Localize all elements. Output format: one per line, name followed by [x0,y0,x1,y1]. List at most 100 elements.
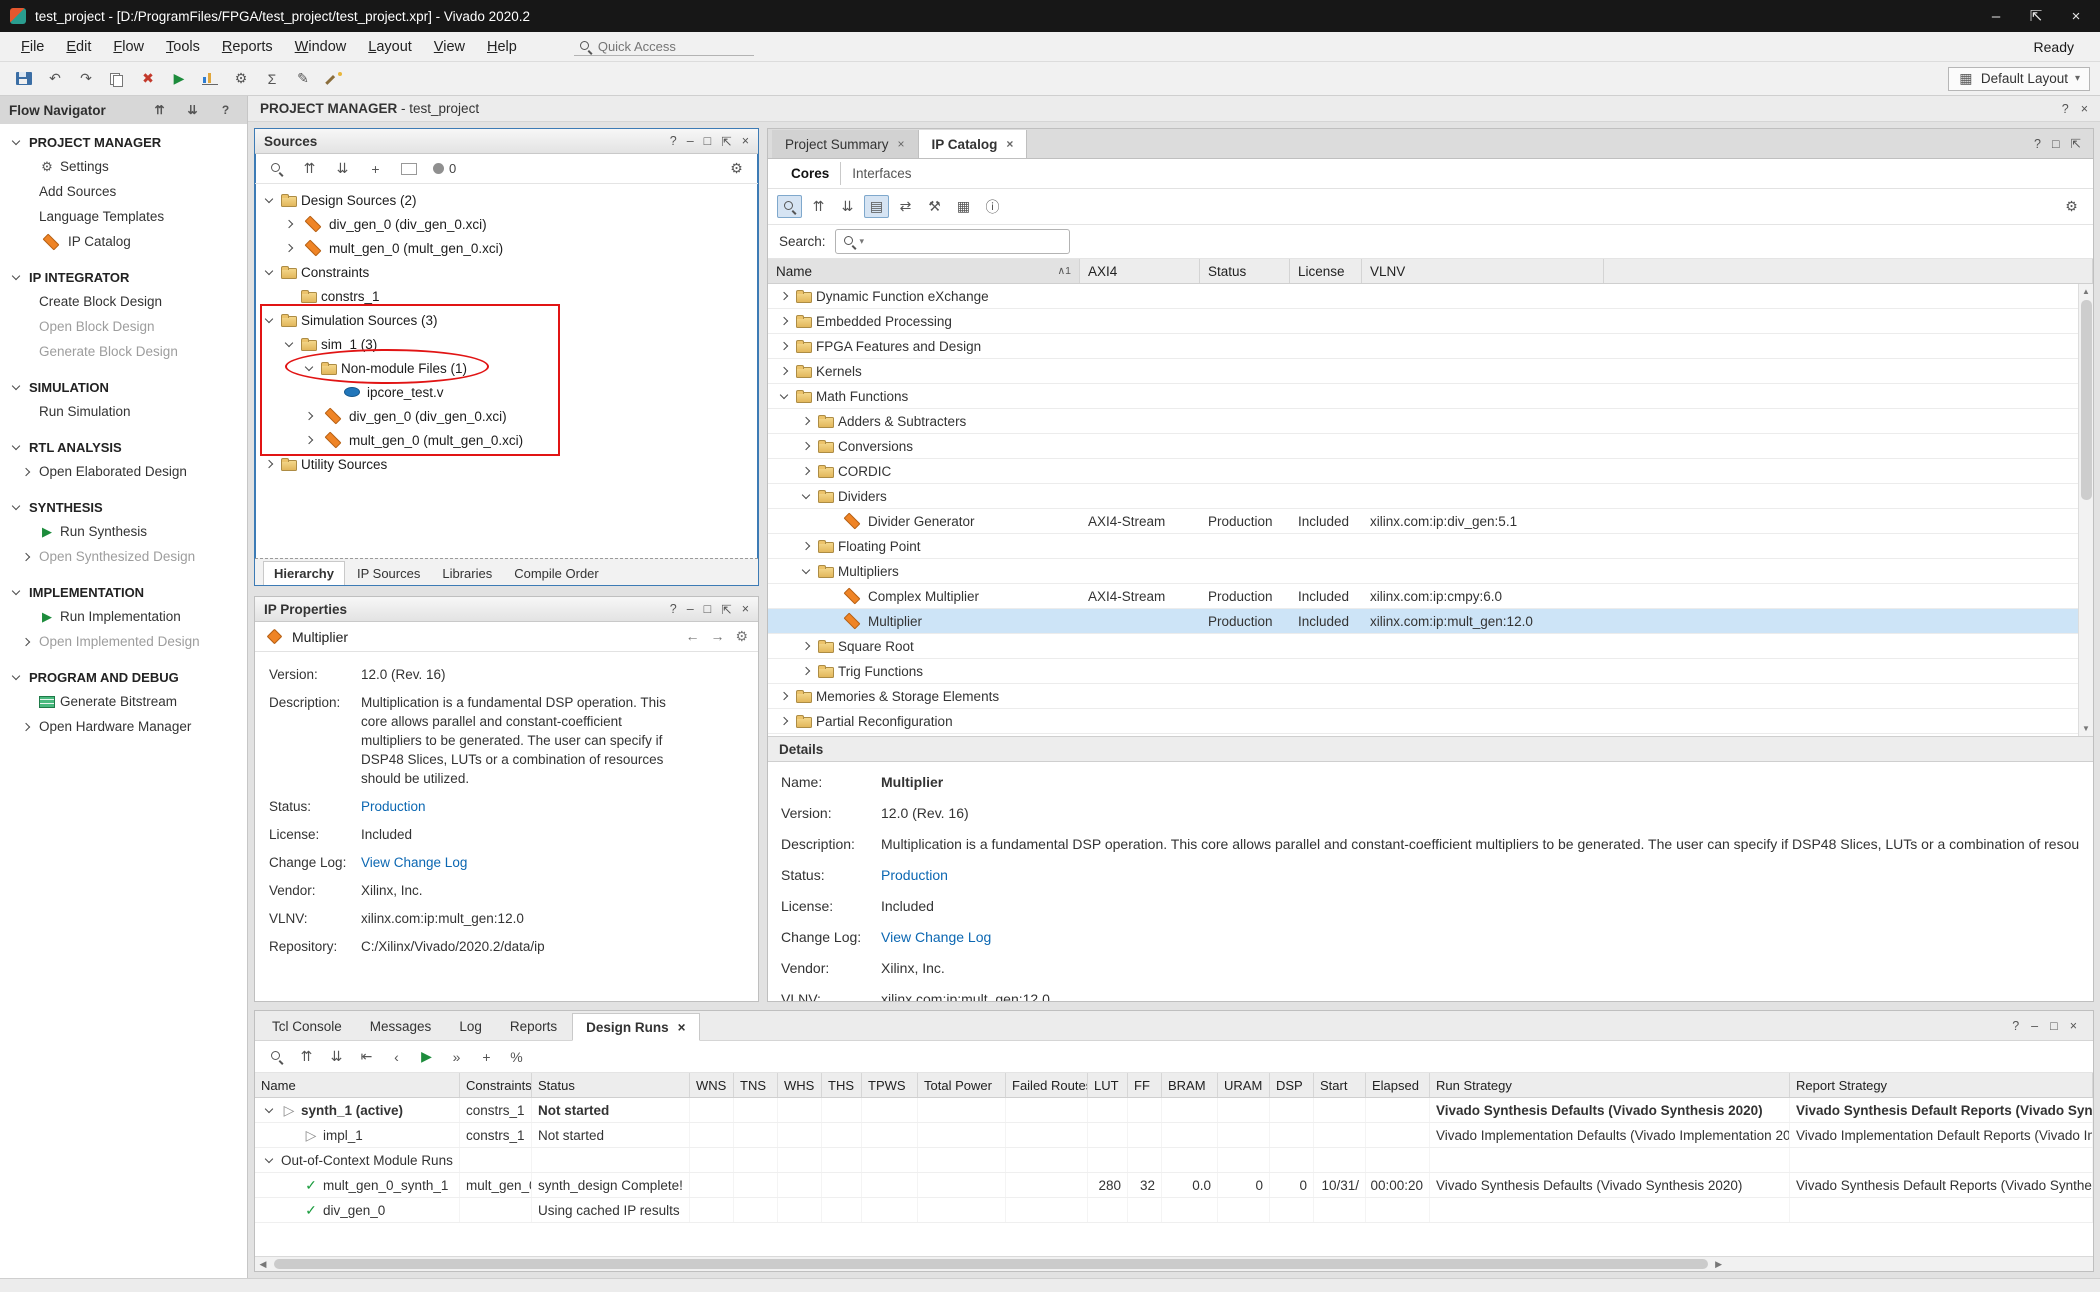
flownav-item-ip-catalog[interactable]: IP Catalog [0,229,247,254]
help-icon[interactable]: ? [670,602,677,617]
menu-tools[interactable]: Tools [155,35,211,59]
run-row-impl-1[interactable]: ▷impl_1constrs_1Not startedVivado Implem… [255,1123,2093,1148]
flownav-item-open-hardware-manager[interactable]: Open Hardware Manager [0,714,247,739]
menu-edit[interactable]: Edit [55,35,102,59]
flownav-item-add-sources[interactable]: Add Sources [0,179,247,204]
catalog-row-cordic[interactable]: CORDIC [768,459,2093,484]
menu-reports[interactable]: Reports [211,35,284,59]
chevron-right-icon[interactable] [18,634,34,650]
grid-button[interactable]: ▦ [951,195,976,218]
chevron-down-icon[interactable] [281,336,297,352]
flownav-section-header-implementation[interactable]: IMPLEMENTATION [0,580,247,604]
scroll-up-icon[interactable]: ▲ [2079,284,2093,299]
scroll-down-icon[interactable]: ▼ [2079,721,2093,736]
help-icon[interactable]: ? [2062,102,2069,116]
add-button[interactable]: + [363,157,388,180]
catalog-row-complex-multiplier[interactable]: Complex MultiplierAXI4-StreamProductionI… [768,584,2093,609]
tab-compile-order[interactable]: Compile Order [504,562,609,585]
scrollbar-thumb[interactable] [2081,300,2092,500]
chevron-right-icon[interactable] [776,713,792,729]
quick-access-search[interactable] [574,38,754,56]
close-icon[interactable]: × [1006,137,1013,151]
percent-button[interactable]: % [504,1045,529,1068]
catalog-row-math-functions[interactable]: Math Functions [768,384,2093,409]
search-button[interactable] [264,157,289,180]
property-value[interactable]: Production [361,797,426,816]
chevron-right-icon[interactable] [776,313,792,329]
source-row-div-gen-0-div-gen-0-xci[interactable]: div_gen_0 (div_gen_0.xci) [255,212,758,236]
close-icon[interactable]: × [898,137,905,151]
flownav-item-run-synthesis[interactable]: ▶Run Synthesis [0,519,247,544]
source-row-mult-gen-0-mult-gen-0-xci[interactable]: mult_gen_0 (mult_gen_0.xci) [255,236,758,260]
catalog-row-multiplier[interactable]: MultiplierProductionIncludedxilinx.com:i… [768,609,2093,634]
column-header-bram[interactable]: BRAM [1162,1073,1218,1097]
catalog-row-divider-generator[interactable]: Divider GeneratorAXI4-StreamProductionIn… [768,509,2093,534]
chevron-down-icon[interactable] [8,439,24,455]
file-button[interactable] [396,157,421,180]
flownav-item-generate-bitstream[interactable]: Generate Bitstream [0,689,247,714]
property-value[interactable]: View Change Log [881,928,2080,947]
maximize-icon[interactable]: ⇱ [721,602,731,617]
gear-icon[interactable]: ⚙ [735,628,748,645]
chevron-down-icon[interactable] [8,669,24,685]
column-header-total-power[interactable]: Total Power [918,1073,1006,1097]
chevron-down-icon[interactable] [261,312,277,328]
tab-project-summary[interactable]: Project Summary× [772,130,919,158]
source-row-design-sources-2[interactable]: Design Sources (2) [255,188,758,212]
chevron-right-icon[interactable] [798,538,814,554]
column-header-run-strategy[interactable]: Run Strategy [1430,1073,1790,1097]
flownav-item-settings[interactable]: ⚙Settings [0,154,247,179]
column-header-ff[interactable]: FF [1128,1073,1162,1097]
catalog-row-dividers[interactable]: Dividers [768,484,2093,509]
subtab-cores[interactable]: Cores [780,162,840,185]
layout-selector[interactable]: ▦ Default Layout ▾ [1948,67,2090,91]
property-value[interactable]: View Change Log [361,853,467,872]
float-icon[interactable]: □ [2050,1019,2058,1033]
minimize-icon[interactable]: – [2031,1019,2038,1033]
chevron-right-icon[interactable] [776,338,792,354]
run-row-synth-1-active[interactable]: ▷synth_1 (active)constrs_1Not startedViv… [255,1098,2093,1123]
catalog-row-conversions[interactable]: Conversions [768,434,2093,459]
float-icon[interactable]: □ [2052,136,2060,151]
tab-log[interactable]: Log [446,1012,495,1040]
source-row-constraints[interactable]: Constraints [255,260,758,284]
step-first-button[interactable]: ⇤ [354,1045,379,1068]
run-row-div-gen-0[interactable]: ✓div_gen_0Using cached IP results [255,1198,2093,1223]
detach-button[interactable]: ⇄ [893,195,918,218]
tab-tcl-console[interactable]: Tcl Console [259,1012,355,1040]
catalog-row-fpga-features-and-design[interactable]: FPGA Features and Design [768,334,2093,359]
tab-design-runs[interactable]: Design Runs× [572,1013,699,1041]
forward-icon[interactable]: → [710,628,724,645]
help-icon[interactable]: ? [670,134,677,149]
column-header-tns[interactable]: TNS [734,1073,778,1097]
chevron-right-icon[interactable] [776,688,792,704]
source-row-sim-1-3[interactable]: sim_1 (3) [255,332,758,356]
column-header-vlnv[interactable]: VLNV [1362,259,1604,283]
flownav-section-header-program-and-debug[interactable]: PROGRAM AND DEBUG [0,665,247,689]
maximize-icon[interactable]: ⇱ [2071,136,2081,151]
flownav-item-generate-block-design[interactable]: Generate Block Design [0,339,247,364]
wand-button[interactable] [320,66,348,92]
column-header-name[interactable]: Name [255,1073,460,1097]
collapse-button[interactable]: ⇈ [147,99,172,122]
close-icon[interactable]: × [2070,1019,2077,1033]
catalog-row-multipliers[interactable]: Multipliers [768,559,2093,584]
float-icon[interactable]: □ [704,602,712,617]
run-button[interactable]: ▶ [414,1045,439,1068]
undo-button[interactable]: ↶ [41,66,69,92]
scrollbar-thumb[interactable] [274,1259,1708,1269]
chevron-right-icon[interactable] [798,413,814,429]
flownav-item-language-templates[interactable]: Language Templates [0,204,247,229]
column-header-name[interactable]: Name∧1 [768,259,1080,283]
help-icon[interactable]: ? [2034,136,2041,151]
expand-button[interactable]: ⇊ [180,99,205,122]
flownav-section-header-rtl-analysis[interactable]: RTL ANALYSIS [0,435,247,459]
help-button[interactable]: ? [213,99,238,122]
close-icon[interactable]: × [678,1020,686,1035]
column-header-dsp[interactable]: DSP [1270,1073,1314,1097]
catalog-row-dynamic-function-exchange[interactable]: Dynamic Function eXchange [768,284,2093,309]
run-row-out-of-context-module-runs[interactable]: Out-of-Context Module Runs [255,1148,2093,1173]
minimize-icon[interactable]: – [1976,3,2016,29]
run-button[interactable]: ▶ [165,66,193,92]
tab-ip-catalog[interactable]: IP Catalog× [919,130,1028,158]
